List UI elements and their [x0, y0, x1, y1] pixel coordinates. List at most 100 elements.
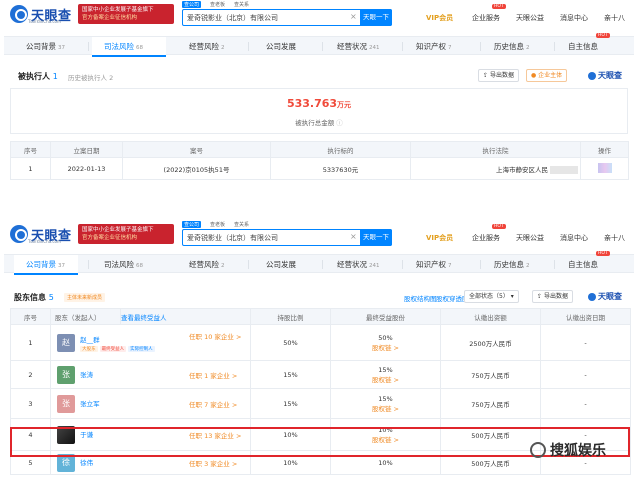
nav-welfare[interactable]: 天眼公益 [516, 233, 560, 243]
history-executed-link[interactable]: 历史被执行人 2 [68, 72, 113, 82]
cell-date: - [540, 388, 631, 419]
nav-enterprise-service[interactable]: 企业服务 [472, 233, 516, 243]
search-tab-boss[interactable]: 查老板 [210, 221, 225, 228]
table-row[interactable]: 1 赵 赵__群 大股东 最终受益人 实际控制人 任职 10 家企业 > 50% 5… [10, 324, 631, 361]
search-input[interactable]: 爱奇锐影业（北京）有限公司 [187, 13, 278, 23]
tab-intellectual-property[interactable]: 知识产权 7 [416, 255, 452, 274]
export-data-button[interactable]: ⇪ 导出数据 [478, 69, 519, 82]
tab-judicial-risk[interactable]: 司法风险 68 [104, 255, 143, 274]
status-filter-select[interactable]: 全部状态（5） ▾ [464, 290, 519, 303]
col-amount: 执行标的 [270, 141, 411, 158]
follow-entity-button[interactable]: ● 企业主体 [526, 69, 568, 82]
tab-count: 68 [136, 263, 143, 269]
shareholder-name[interactable]: 徐伟 [80, 459, 93, 467]
table-header: 序号 股东（发起人） 查看最终受益人 持股比例 最终受益股份 认缴出资额 认缴出… [10, 308, 631, 325]
cell-date: - [540, 360, 631, 389]
tab-hot-badge: HOT [596, 251, 610, 256]
cell-action[interactable] [580, 157, 629, 180]
promo-banner[interactable]: 国家中小企业发展子基金旗下 官方备案企业征信机构 [78, 224, 174, 244]
tab-count: 2 [526, 45, 530, 51]
cell-case: (2022)京0105执51号 [122, 157, 271, 180]
tab-divider [402, 42, 403, 51]
tab-company-development[interactable]: 公司发展 [266, 255, 296, 274]
shareholder-info: 赵__群 大股东 最终受益人 实际控制人 [80, 334, 157, 352]
search-button[interactable]: 天眼一下 [360, 9, 392, 26]
tab-company-development[interactable]: 公司发展 [266, 37, 296, 56]
search-button[interactable]: 天眼一下 [360, 229, 392, 246]
tab-operating-status[interactable]: 经营状况 241 [337, 255, 380, 274]
equity-chain-link[interactable]: 股权链 > [331, 374, 440, 384]
tab-operational-risk[interactable]: 经营风险 2 [189, 255, 225, 274]
shareholder-name[interactable]: 张立军 [80, 400, 100, 408]
search-box[interactable]: 爱奇锐影业（北京）有限公司 × 天眼一下 [182, 9, 392, 26]
search-input[interactable]: 爱奇锐影业（北京）有限公司 [187, 233, 278, 243]
tab-intellectual-property[interactable]: 知识产权 7 [416, 37, 452, 56]
tab-self-info[interactable]: 自主信息 [568, 37, 598, 56]
cell-ratio: 15% [250, 388, 331, 419]
equity-chain-link[interactable]: 股权链 > [331, 403, 440, 413]
cell-no: 1 [10, 324, 51, 361]
tab-divider [248, 42, 249, 51]
equity-structure-link[interactable]: 股权结构图 [404, 293, 437, 303]
tab-count: 37 [58, 45, 65, 51]
search-box[interactable]: 爱奇锐影业（北京）有限公司 × 天眼一下 [182, 229, 392, 246]
search-tab-boss[interactable]: 查老板 [210, 1, 225, 8]
tab-label: 公司背景 [26, 260, 56, 269]
vip-link[interactable]: VIP会员 [426, 13, 472, 23]
nav-welfare[interactable]: 天眼公益 [516, 13, 560, 23]
tab-company-background[interactable]: 公司背景 37 [14, 255, 78, 275]
export-data-button[interactable]: ⇪ 导出数据 [532, 290, 573, 303]
banner-line-1: 国家中小企业发展子基金旗下 [82, 227, 154, 233]
info-icon[interactable]: ⓘ [336, 119, 343, 127]
tianyancha-watermark: 天眼查 [588, 70, 622, 81]
tab-divider [554, 42, 555, 51]
promo-banner[interactable]: 国家中小企业发展子基金旗下 官方备案企业征信机构 [78, 4, 174, 24]
tab-hot-badge: HOT [596, 33, 610, 38]
tab-history[interactable]: 历史信息 2 [494, 255, 530, 274]
table-row[interactable]: 1 2022-01-13 (2022)京0105执51号 5337630元 上海… [10, 157, 629, 180]
cell-final-share: 15% 股权链 > [330, 388, 441, 419]
nav-messages[interactable]: 消息中心 [560, 233, 604, 243]
related-companies-link[interactable]: 任职 1 家企业 > [189, 370, 237, 380]
tab-label: 司法风险 [104, 260, 134, 269]
search-tab-relation[interactable]: 查关系 [234, 1, 249, 8]
col-action: 操作 [580, 141, 629, 158]
related-companies-link[interactable]: 任职 7 家企业 > [189, 399, 237, 409]
tab-self-info[interactable]: 自主信息 [568, 255, 598, 274]
nav-user[interactable]: 亲十八 [604, 233, 625, 243]
nav-enterprise-service[interactable]: 企业服务 [472, 13, 516, 23]
nav-messages[interactable]: 消息中心 [560, 13, 604, 23]
tag-major: 大股东 [80, 345, 98, 352]
related-companies-link[interactable]: 任职 10 家企业 > [189, 331, 241, 341]
related-companies-link[interactable]: 任职 3 家企业 > [189, 458, 237, 468]
tab-operating-status[interactable]: 经营状况 241 [337, 37, 380, 56]
clear-icon[interactable]: × [350, 12, 357, 21]
tab-divider [248, 260, 249, 269]
vip-link[interactable]: VIP会员 [426, 233, 472, 243]
search-tab-company[interactable]: 查公司 [182, 1, 202, 8]
shareholder-name[interactable]: 张涛 [80, 371, 93, 379]
tab-history[interactable]: 历史信息 2 [494, 37, 530, 56]
cell-shareholder: 赵 赵__群 大股东 最终受益人 实际控制人 任职 10 家企业 > [50, 324, 251, 361]
tab-count: 68 [136, 45, 143, 51]
nav-user[interactable]: 亲十八 [604, 13, 625, 23]
chevron-down-icon: ▾ [510, 293, 514, 300]
amount-label-text: 被执行总金额 [295, 119, 335, 127]
table-row[interactable]: 3 张 张立军 任职 7 家企业 > 15% 15% 股权链 > 750万人民币 … [10, 388, 631, 419]
beneficiary-link[interactable]: 查看最终受益人 [121, 314, 167, 322]
table-row[interactable]: 2 张 张涛 任职 1 家企业 > 15% 15% 股权链 > 750万人民币 - [10, 360, 631, 389]
amount-label: 被执行总金额 ⓘ [11, 117, 627, 127]
tab-operational-risk[interactable]: 经营风险 2 [189, 37, 225, 56]
search-tab-company[interactable]: 查公司 [182, 221, 202, 228]
col-capital: 认缴出资额 [440, 308, 541, 325]
tyc-text: 天眼查 [598, 71, 622, 80]
col-no: 序号 [10, 141, 51, 158]
shareholder-name[interactable]: 赵__群 [80, 334, 157, 344]
equity-chain-link[interactable]: 股权链 > [331, 342, 440, 352]
tab-judicial-risk[interactable]: 司法风险 68 [92, 37, 166, 57]
clear-icon[interactable]: × [350, 232, 357, 241]
tab-label: 历史信息 [494, 260, 524, 269]
tab-company-background[interactable]: 公司背景 37 [26, 37, 65, 56]
section-badge: 主体未来新成员 [64, 293, 106, 302]
search-tab-relation[interactable]: 查关系 [234, 221, 249, 228]
